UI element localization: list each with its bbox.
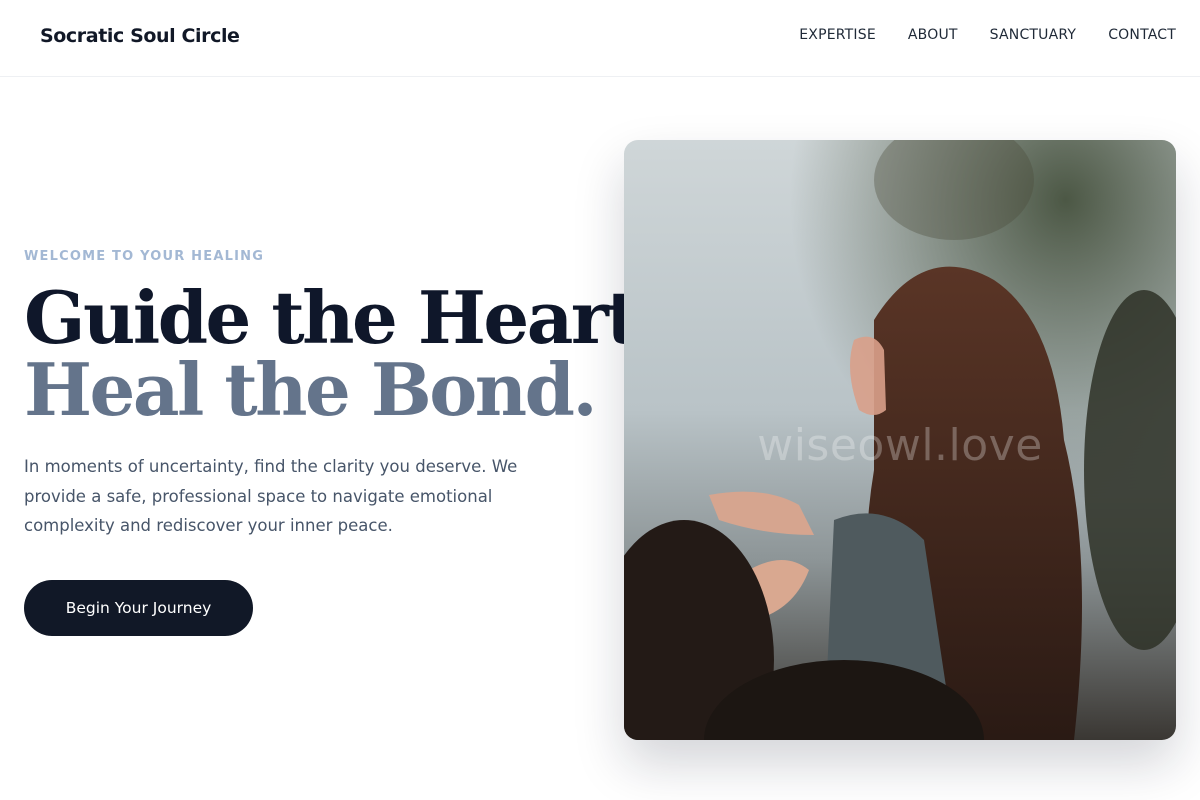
hero-eyebrow: WELCOME TO YOUR HEALING	[24, 249, 265, 264]
hero-headline: Guide the Heart, Heal the Bond.	[24, 275, 662, 432]
headline-line-1: Guide the Heart,	[24, 275, 662, 360]
nav-sanctuary[interactable]: SANCTUARY	[990, 27, 1077, 43]
image-watermark: wiseowl.love	[757, 420, 1043, 471]
nav-expertise[interactable]: EXPERTISE	[799, 27, 876, 43]
main-nav: EXPERTISE ABOUT SANCTUARY CONTACT	[799, 27, 1176, 43]
hero-description: In moments of uncertainty, find the clar…	[24, 457, 518, 535]
brand-logo[interactable]: Socratic Soul Circle	[40, 25, 240, 47]
headline-line-2: Heal the Bond.	[24, 347, 598, 432]
nav-about[interactable]: ABOUT	[908, 27, 958, 43]
hero-photo: wiseowl.love	[624, 140, 1176, 740]
begin-journey-button[interactable]: Begin Your Journey	[24, 580, 253, 636]
site-header: Socratic Soul Circle EXPERTISE ABOUT SAN…	[0, 0, 1200, 77]
nav-contact[interactable]: CONTACT	[1108, 27, 1176, 43]
